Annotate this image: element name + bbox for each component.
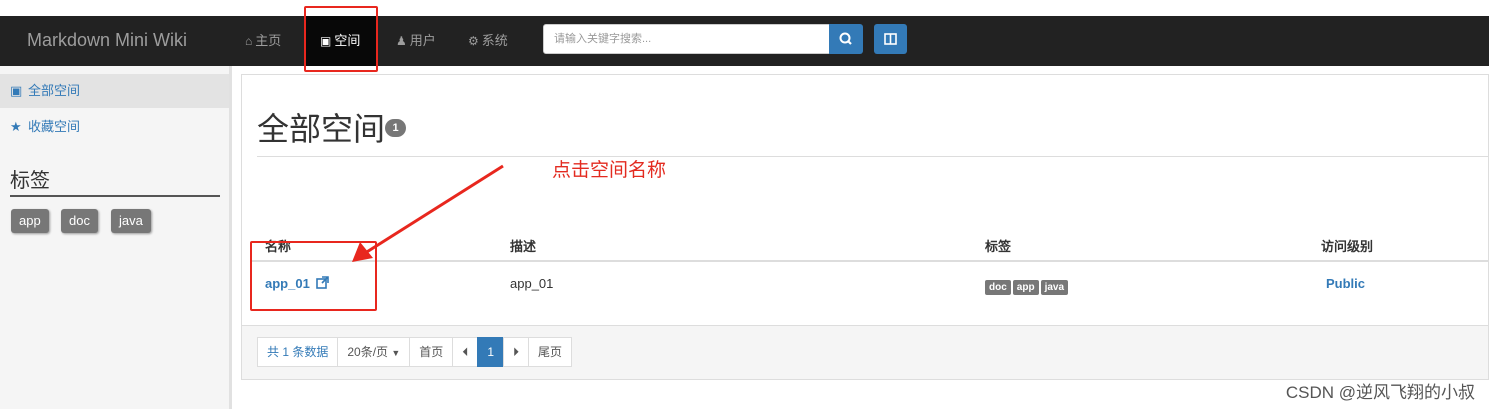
- tags-title: 标签: [10, 170, 50, 192]
- toggle-layout-button[interactable]: [874, 24, 907, 54]
- sidebar: ▣ 全部空间 ★ 收藏空间 标签 app doc java: [0, 66, 232, 409]
- column-header-tags: 标签: [985, 239, 1012, 254]
- annotation-text: 点击空间名称: [552, 160, 667, 181]
- page-number-current[interactable]: 1: [477, 337, 505, 367]
- brand[interactable]: Markdown Mini Wiki: [27, 30, 187, 51]
- search-button[interactable]: [829, 24, 863, 54]
- sidebar-item-all-spaces[interactable]: ▣ 全部空间: [0, 74, 229, 108]
- first-page-button[interactable]: 首页: [409, 337, 454, 367]
- columns-icon: [884, 33, 897, 45]
- tag-doc[interactable]: doc: [61, 209, 98, 233]
- chevron-down-icon: ▼: [391, 348, 401, 358]
- gear-icon: ⚙: [468, 34, 479, 48]
- annotation-box-nav: [304, 6, 378, 72]
- nav-users[interactable]: ♟ 用户: [396, 16, 436, 66]
- user-icon: ♟: [396, 34, 407, 48]
- search-input[interactable]: 请输入关键字搜索...: [543, 24, 830, 54]
- total-count: 共 1 条数据: [257, 337, 339, 367]
- navbar: Markdown Mini Wiki ⌂ 主页 ▣ 空间 ♟ 用户 ⚙ 系统 请输入关键…: [0, 16, 1489, 66]
- space-description: app_01: [510, 276, 554, 291]
- tag-doc[interactable]: doc: [985, 280, 1011, 295]
- watermark: CSDN @逆风飞翔的小叔: [1285, 383, 1475, 402]
- count-badge: 1: [385, 119, 406, 137]
- nav-system[interactable]: ⚙ 系统: [468, 16, 508, 66]
- next-page-button[interactable]: ⏵: [503, 337, 530, 367]
- backward-icon: ⏴: [462, 345, 469, 359]
- column-header-access: 访问级别: [1321, 239, 1374, 254]
- access-level: Public: [1326, 276, 1366, 291]
- pagination: 共 1 条数据 20条/页 ▼ 首页 ⏴ 1 ⏵ 尾页: [257, 337, 573, 367]
- cube-icon: ▣: [10, 83, 23, 98]
- annotation-arrow: [352, 164, 504, 262]
- search-icon: [839, 32, 852, 45]
- page-size-select[interactable]: 20条/页 ▼: [337, 337, 411, 367]
- pagination-bar: 共 1 条数据 20条/页 ▼ 首页 ⏴ 1 ⏵ 尾页: [242, 325, 1488, 379]
- divider: [10, 195, 220, 197]
- forward-icon: ⏵: [513, 345, 520, 359]
- page-title: 全部空间: [257, 111, 386, 147]
- space-tags: doc app java: [985, 278, 1070, 295]
- last-page-button[interactable]: 尾页: [528, 337, 573, 367]
- prev-page-button[interactable]: ⏴: [452, 337, 479, 367]
- nav-home[interactable]: ⌂ 主页: [245, 16, 281, 66]
- sidebar-item-favorite-spaces[interactable]: ★ 收藏空间: [0, 110, 229, 144]
- home-icon: ⌂: [245, 34, 253, 48]
- tag-app[interactable]: app: [1012, 280, 1039, 295]
- tag-app[interactable]: app: [11, 209, 49, 233]
- top-strip: [0, 0, 1489, 16]
- tag-java[interactable]: java: [1040, 280, 1069, 295]
- tag-java[interactable]: java: [111, 209, 151, 233]
- star-icon: ★: [10, 119, 22, 134]
- divider: [257, 156, 1489, 157]
